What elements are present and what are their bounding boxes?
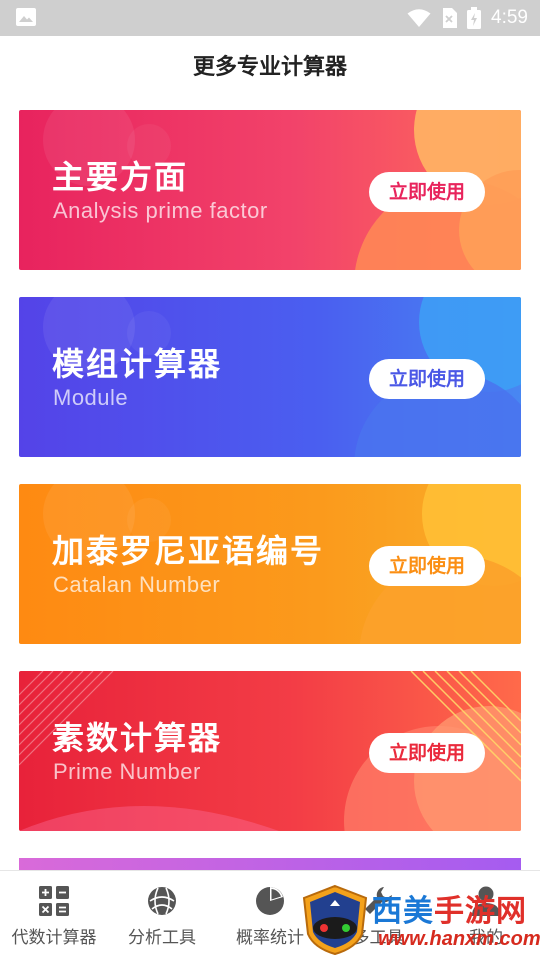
tab-algebra-calculator[interactable]: 代数计算器 xyxy=(0,871,108,961)
watermark-url: www.hanxm.com xyxy=(378,928,540,950)
card-title: 加泰罗尼亚语编号 xyxy=(52,532,325,570)
card-subtitle: Analysis prime factor xyxy=(53,198,268,223)
card-module[interactable]: 模组计算器 Module 立即使用 xyxy=(19,297,521,457)
watermark-text: 西美手游网 xyxy=(372,886,527,930)
card-subtitle: Module xyxy=(53,385,129,410)
globe-icon xyxy=(148,887,176,915)
use-now-button[interactable]: 立即使用 xyxy=(369,546,485,586)
status-time: 4:59 xyxy=(491,7,528,28)
card-subtitle: Catalan Number xyxy=(53,572,221,597)
watermark: 西美手游网 www.hanxm.com xyxy=(300,884,540,960)
tab-label: 代数计算器 xyxy=(11,928,97,948)
watermark-text-b: 手游网 xyxy=(434,894,527,929)
no-sim-icon xyxy=(443,8,458,28)
gamepad-shield-logo xyxy=(302,884,368,956)
battery-icon xyxy=(467,7,482,29)
card-subtitle: Prime Number xyxy=(53,759,201,784)
card-title: 模组计算器 xyxy=(52,345,223,383)
use-now-button[interactable]: 立即使用 xyxy=(369,172,485,212)
use-now-button[interactable]: 立即使用 xyxy=(369,359,485,399)
card-prime-number[interactable]: 素数计算器 Prime Number 立即使用 xyxy=(19,671,521,831)
card-catalan-number[interactable]: 加泰罗尼亚语编号 Catalan Number 立即使用 xyxy=(19,484,521,644)
wifi-icon xyxy=(407,9,431,27)
tab-analysis-tools[interactable]: 分析工具 xyxy=(108,871,216,961)
calculator-grid-icon xyxy=(39,886,69,916)
card-prime-factor[interactable]: 主要方面 Analysis prime factor 立即使用 xyxy=(19,110,521,270)
page-title: 更多专业计算器 xyxy=(192,55,347,80)
image-notification-icon xyxy=(16,8,36,26)
tab-label: 分析工具 xyxy=(128,928,196,948)
card-title: 主要方面 xyxy=(52,158,189,196)
status-bar: 4:59 xyxy=(0,0,540,36)
use-now-button[interactable]: 立即使用 xyxy=(369,733,485,773)
pie-chart-icon xyxy=(256,887,284,915)
card-title: 素数计算器 xyxy=(52,719,223,757)
watermark-text-a: 西美 xyxy=(372,894,434,929)
